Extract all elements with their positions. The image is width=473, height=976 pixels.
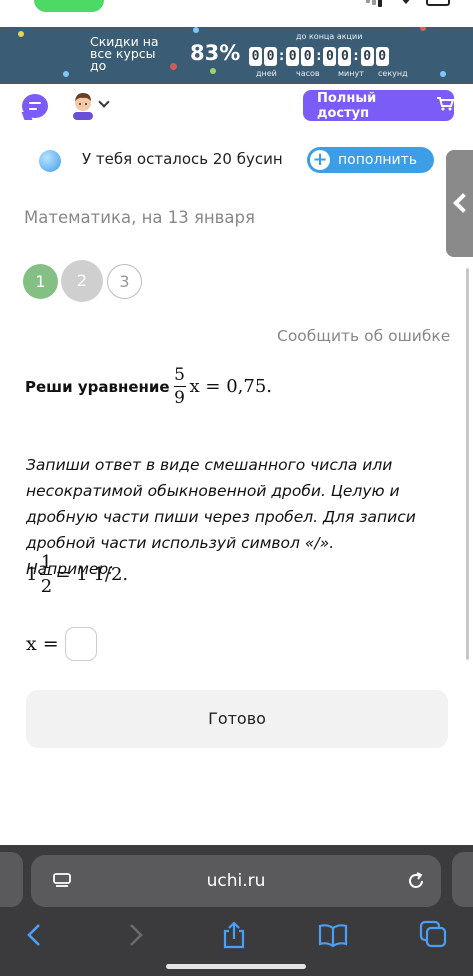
page: Скидки на все курсы до 83% до конца акци…: [0, 0, 473, 976]
wifi-icon: [398, 0, 414, 4]
chat-bubble-icon: [22, 94, 48, 118]
timer-digit: 0: [360, 46, 374, 66]
forward-icon[interactable]: [120, 920, 150, 950]
signal-icon: [378, 0, 382, 7]
task-prompt: Реши уравнение: [25, 377, 170, 396]
home-indicator: [166, 964, 306, 969]
timer-digit: 0: [338, 46, 352, 66]
timer-digit: 0: [249, 46, 262, 66]
url-text: uchi.ru: [206, 871, 266, 891]
address-bar[interactable]: uchi.ru: [31, 855, 441, 907]
status-bar: [0, 0, 473, 26]
refill-button[interactable]: + пополнить: [307, 147, 434, 173]
bead-icon: [39, 150, 61, 172]
timer-digit: 0: [264, 46, 277, 66]
timer-digit: 0: [323, 46, 337, 66]
task-equation-rest: x = 0,75.: [189, 376, 273, 398]
timer-label-hours: часов: [296, 69, 320, 78]
chevron-down-icon[interactable]: [98, 96, 110, 108]
task-statement: Реши уравнение 5 9 x = 0,75.: [25, 366, 272, 407]
previous-tab-edge[interactable]: [0, 852, 23, 907]
timer-label-minutes: минут: [338, 69, 364, 78]
answer-input[interactable]: [64, 627, 97, 661]
reload-icon[interactable]: [405, 870, 427, 892]
promo-title: Скидки на все курсы до: [90, 34, 159, 73]
camera-indicator: [34, 0, 104, 12]
side-panel-toggle[interactable]: [446, 150, 473, 257]
ready-button[interactable]: Готово: [26, 690, 448, 748]
battery-icon: [426, 0, 450, 6]
timer-digit: 0: [286, 46, 300, 66]
task-fraction: 5 9: [173, 365, 186, 409]
avatar[interactable]: [70, 90, 96, 120]
refill-label: пополнить: [338, 152, 418, 168]
full-access-label: Полный доступ: [317, 90, 377, 121]
promo-banner[interactable]: Скидки на все курсы до 83% до конца акци…: [0, 27, 473, 84]
answer-label: x =: [26, 633, 59, 655]
share-icon[interactable]: [219, 920, 249, 950]
step-2[interactable]: 2: [61, 260, 103, 302]
countdown-timer: 0 0 : 0 0 : 0 0 : 0 0: [249, 46, 391, 66]
report-error-link[interactable]: Сообщить об ошибке: [277, 327, 450, 345]
signal-icon: [372, 0, 376, 5]
task-example: 1 1 2 = 1 1/2.: [26, 552, 129, 598]
timer-digit: 0: [375, 46, 389, 66]
lesson-title: Математика, на 13 января: [24, 208, 255, 227]
beads-balance: У тебя осталось 20 бусин: [82, 150, 283, 168]
plus-icon: +: [310, 150, 330, 170]
timer-label-days: дней: [256, 69, 277, 78]
timer-digit: 0: [301, 46, 315, 66]
full-access-button[interactable]: Полный доступ: [303, 90, 455, 121]
scrollbar[interactable]: [466, 268, 469, 660]
cart-icon: [437, 96, 455, 115]
answer-row: x =: [26, 627, 97, 661]
tabs-icon[interactable]: [419, 920, 449, 950]
promo-percent: 83%: [190, 41, 241, 65]
step-1[interactable]: 1: [23, 264, 58, 299]
promo-until-label: до конца акции: [296, 32, 363, 41]
back-icon[interactable]: [20, 920, 50, 950]
timer-label-seconds: секунд: [378, 69, 408, 78]
bookmarks-icon[interactable]: [318, 920, 348, 950]
next-tab-edge[interactable]: [452, 852, 473, 907]
step-3[interactable]: 3: [107, 264, 142, 299]
signal-icon: [366, 0, 370, 3]
